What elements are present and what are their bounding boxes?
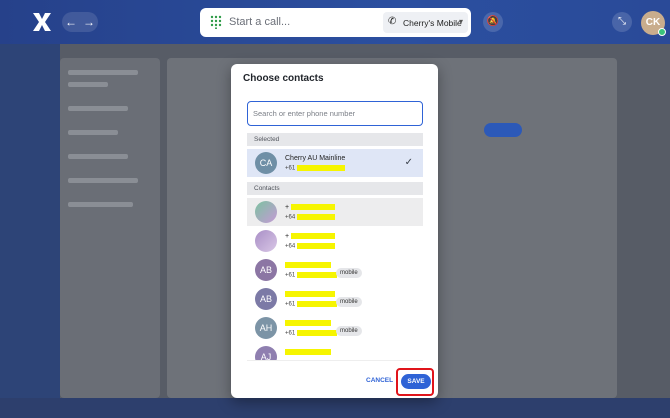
contact-number: +61 bbox=[285, 165, 345, 172]
contact-name: Cherry AU Mainline bbox=[285, 155, 346, 162]
call-input-placeholder[interactable]: Start a call... bbox=[229, 16, 290, 28]
name-prefix: + bbox=[285, 204, 290, 211]
contact-number: +64 bbox=[285, 214, 335, 221]
contact-name bbox=[285, 320, 331, 327]
placeholder-line bbox=[68, 70, 138, 75]
placeholder-line bbox=[68, 130, 118, 135]
contact-number: +64 bbox=[285, 243, 335, 250]
placeholder-line bbox=[68, 178, 138, 183]
dialpad-icon bbox=[210, 15, 222, 29]
user-avatar[interactable]: CK bbox=[641, 11, 666, 36]
sidebar-dimmed bbox=[0, 44, 60, 418]
list-item[interactable]: AB +61 mobile bbox=[247, 256, 423, 284]
contact-name bbox=[285, 262, 331, 269]
phone-type-badge: mobile bbox=[336, 297, 362, 307]
selected-contact-row[interactable]: CA Cherry AU Mainline +61 ✓ bbox=[247, 149, 423, 177]
redaction-mark bbox=[285, 291, 335, 298]
selected-section-header: Selected bbox=[247, 133, 423, 146]
contact-number: +61 bbox=[285, 330, 337, 337]
list-item[interactable]: AJ bbox=[247, 343, 423, 361]
dialog-title: Choose contacts bbox=[243, 73, 324, 84]
settings-panel-dimmed bbox=[60, 58, 160, 398]
phone-type-badge: mobile bbox=[336, 326, 362, 336]
list-item[interactable]: + +64 bbox=[247, 227, 423, 255]
redaction-mark bbox=[296, 301, 337, 307]
list-item[interactable]: + +64 bbox=[247, 198, 423, 226]
list-item[interactable]: AB +61 mobile bbox=[247, 285, 423, 313]
avatar: AB bbox=[255, 288, 277, 310]
number-prefix: +64 bbox=[285, 243, 296, 250]
redaction-mark bbox=[291, 233, 336, 240]
avatar: AB bbox=[255, 259, 277, 281]
redaction-mark bbox=[285, 320, 331, 327]
redaction-mark bbox=[285, 262, 331, 269]
avatar: AH bbox=[255, 317, 277, 339]
choose-contacts-dialog: Choose contacts Selected CA Cherry AU Ma… bbox=[231, 64, 438, 398]
redaction-mark bbox=[296, 165, 345, 171]
bottom-bar-dimmed bbox=[0, 398, 670, 418]
phone-type-badge: mobile bbox=[336, 268, 362, 278]
contacts-section-header: Contacts bbox=[247, 182, 423, 195]
search-input[interactable] bbox=[253, 107, 417, 120]
save-button-highlight bbox=[396, 368, 434, 396]
number-prefix: +64 bbox=[285, 214, 296, 221]
forward-arrow-icon[interactable]: → bbox=[83, 16, 95, 28]
number-prefix: +61 bbox=[285, 301, 296, 308]
line-label: Cherry's Mobile bbox=[403, 18, 462, 28]
number-prefix: +61 bbox=[285, 330, 296, 337]
redaction-mark bbox=[296, 243, 335, 249]
contact-number: +61 bbox=[285, 301, 337, 308]
avatar-initials: AB bbox=[259, 265, 272, 275]
top-bar: ← → Start a call... ✆ Cherry's Mobile ▾ … bbox=[0, 0, 670, 44]
presence-dot bbox=[658, 28, 666, 36]
x-logo-icon[interactable] bbox=[30, 10, 54, 34]
background-button-dimmed bbox=[484, 123, 522, 137]
redaction-mark bbox=[291, 204, 336, 211]
chevron-down-icon: ▾ bbox=[458, 17, 463, 26]
avatar-initials: CA bbox=[259, 158, 273, 168]
redaction-mark bbox=[296, 272, 337, 278]
avatar bbox=[255, 230, 277, 252]
avatar-initials: AJ bbox=[260, 352, 272, 361]
avatar-initials: AB bbox=[259, 294, 272, 304]
history-nav: ← → bbox=[62, 12, 98, 32]
bell-off-icon[interactable]: 🔕 bbox=[483, 12, 503, 32]
redaction-mark bbox=[296, 214, 335, 220]
placeholder-line bbox=[68, 202, 133, 207]
contact-name bbox=[285, 349, 331, 356]
cancel-button[interactable]: CANCEL bbox=[366, 377, 393, 384]
call-box[interactable]: Start a call... ✆ Cherry's Mobile ▾ bbox=[200, 8, 471, 37]
placeholder-line bbox=[68, 106, 128, 111]
line-selector[interactable]: ✆ Cherry's Mobile ▾ bbox=[383, 12, 468, 33]
name-prefix: + bbox=[285, 233, 290, 240]
checkmark-icon: ✓ bbox=[404, 157, 413, 168]
avatar-initials: AH bbox=[259, 323, 273, 333]
redaction-mark bbox=[285, 349, 331, 356]
redaction-mark bbox=[296, 330, 337, 336]
search-field[interactable] bbox=[247, 101, 423, 126]
contact-number: +61 bbox=[285, 272, 337, 279]
contact-list[interactable]: CA Cherry AU Mainline +61 ✓ Contacts + +… bbox=[247, 148, 423, 361]
list-item[interactable]: AH +61 mobile bbox=[247, 314, 423, 342]
placeholder-line bbox=[68, 82, 108, 87]
avatar: AJ bbox=[255, 346, 277, 361]
avatar: CA bbox=[255, 152, 277, 174]
user-initials: CK bbox=[645, 17, 661, 28]
back-arrow-icon[interactable]: ← bbox=[65, 16, 77, 28]
avatar bbox=[255, 201, 277, 223]
placeholder-line bbox=[68, 154, 128, 159]
collapse-icon[interactable]: ⤡ bbox=[612, 12, 632, 32]
number-prefix: +61 bbox=[285, 272, 296, 279]
contact-name: + bbox=[285, 204, 336, 211]
number-prefix: +61 bbox=[285, 165, 296, 172]
contact-name bbox=[285, 291, 335, 298]
contact-name: + bbox=[285, 233, 336, 240]
phone-icon: ✆ bbox=[388, 16, 397, 27]
